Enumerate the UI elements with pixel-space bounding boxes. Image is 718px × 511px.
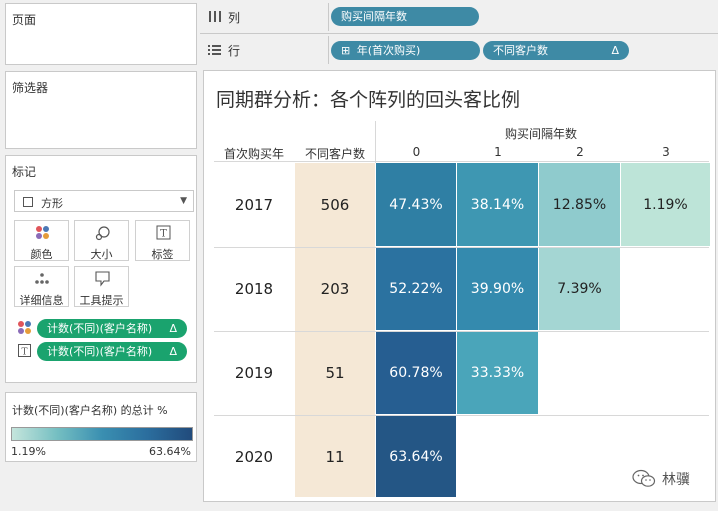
detail-icon — [35, 273, 49, 284]
col-group-header[interactable]: 购买间隔年数 — [376, 125, 706, 142]
marks-title: 标记 — [12, 165, 37, 179]
watermark: 林骥 — [632, 469, 690, 489]
svg-text:T: T — [21, 348, 27, 358]
expand-icon: ⊞ — [341, 44, 351, 57]
size-button-label: 大小 — [90, 248, 113, 261]
square-mark-icon — [23, 197, 33, 207]
rows-shelf-label: 行 — [228, 44, 241, 58]
size-icon — [95, 226, 110, 241]
cohort-cell[interactable]: 47.43% — [376, 163, 456, 246]
cohort-cell[interactable]: 7.39% — [539, 248, 620, 330]
table-calc-delta-icon: Δ — [169, 345, 177, 358]
table-calc-delta-icon: Δ — [611, 44, 619, 57]
customers-2017[interactable]: 506 — [295, 163, 375, 246]
cohort-cell[interactable]: 60.78% — [376, 332, 456, 414]
label-button-label: 标签 — [151, 248, 174, 261]
label-measure-pill[interactable]: 计数(不同)(客户名称) Δ — [37, 342, 187, 361]
pages-panel[interactable]: 页面 — [5, 3, 197, 65]
rows-pill-distinct-customers[interactable]: 不同客户数 Δ — [483, 41, 629, 60]
legend-min-value: 1.19% — [11, 445, 46, 458]
col-header-2[interactable]: 2 — [539, 145, 621, 159]
col-header-0[interactable]: 0 — [376, 145, 457, 159]
label-encoding-icon: T — [18, 344, 31, 358]
year-label-2017[interactable]: 2017 — [214, 163, 294, 246]
color-measure-pill-label: 计数(不同)(客户名称) — [47, 322, 153, 335]
col-header-3[interactable]: 3 — [621, 145, 711, 159]
year-label-2018[interactable]: 2018 — [214, 248, 294, 330]
size-button[interactable]: 大小 — [74, 220, 129, 261]
viz-title: 同期群分析：各个阵列的回头客比例 — [216, 89, 521, 111]
cohort-cell[interactable]: 38.14% — [457, 163, 538, 246]
row-header-customers[interactable]: 不同客户数 — [295, 145, 375, 162]
columns-shelf-label: 列 — [228, 11, 241, 25]
detail-button[interactable]: 详细信息 — [14, 266, 69, 307]
rows-pill-first-purchase-year[interactable]: ⊞ 年(首次购买) — [331, 41, 480, 60]
cohort-cell[interactable]: 33.33% — [457, 332, 538, 414]
color-button-label: 颜色 — [30, 248, 53, 261]
wechat-icon — [632, 469, 656, 487]
rows-pill-customers-label: 不同客户数 — [493, 44, 548, 57]
mark-type-label: 方形 — [41, 197, 63, 210]
tooltip-button-label: 工具提示 — [79, 294, 124, 307]
customers-2019[interactable]: 51 — [295, 332, 375, 414]
year-label-2019[interactable]: 2019 — [214, 332, 294, 414]
tooltip-button[interactable]: 工具提示 — [74, 266, 129, 307]
color-encoding-icon — [18, 321, 31, 334]
color-button[interactable]: 颜色 — [14, 220, 69, 261]
mark-type-dropdown[interactable]: 方形 ▼ — [14, 190, 194, 212]
label-button[interactable]: T 标签 — [135, 220, 190, 261]
columns-pill-purchase-interval[interactable]: 购买间隔年数 — [331, 7, 479, 26]
legend-title: 计数(不同)(客户名称) 的总计 % — [12, 404, 168, 417]
cohort-cell[interactable]: 1.19% — [621, 163, 710, 246]
columns-shelf-icon — [209, 11, 221, 22]
legend-gradient-bar — [11, 427, 193, 441]
rows-shelf[interactable]: 行 ⊞ 年(首次购买) 不同客户数 Δ — [200, 36, 718, 64]
columns-pill-label: 购买间隔年数 — [341, 10, 407, 23]
pages-title: 页面 — [12, 13, 37, 27]
rows-shelf-icon — [208, 45, 221, 55]
rows-pill-year-label: 年(首次购买) — [356, 44, 421, 57]
customers-2018[interactable]: 203 — [295, 248, 375, 330]
text-label-icon: T — [156, 225, 171, 240]
color-icon — [36, 226, 49, 239]
row-header-first-year[interactable]: 首次购买年 — [214, 145, 294, 162]
year-label-2020[interactable]: 2020 — [214, 416, 294, 497]
marks-card: 标记 方形 ▼ 颜色 大小 T 标签 详细信息 工具提示 计数(不同)(客户名称… — [5, 155, 197, 383]
detail-button-label: 详细信息 — [19, 294, 64, 307]
label-measure-pill-label: 计数(不同)(客户名称) — [47, 345, 153, 358]
cohort-cell[interactable]: 63.64% — [376, 416, 456, 497]
tooltip-icon — [95, 271, 110, 287]
legend-max-value: 63.64% — [149, 445, 191, 458]
filters-title: 筛选器 — [12, 81, 49, 95]
customers-2020[interactable]: 11 — [295, 416, 375, 497]
columns-shelf[interactable]: 列 购买间隔年数 — [200, 3, 718, 31]
color-legend[interactable]: 计数(不同)(客户名称) 的总计 % 1.19% 63.64% — [5, 392, 197, 462]
viz-area: 同期群分析：各个阵列的回头客比例 购买间隔年数 首次购买年 不同客户数 0 1 … — [203, 70, 716, 502]
cohort-cell[interactable]: 52.22% — [376, 248, 456, 330]
col-header-1[interactable]: 1 — [457, 145, 539, 159]
chevron-down-icon: ▼ — [180, 196, 187, 206]
cohort-cell[interactable]: 39.90% — [457, 248, 538, 330]
cohort-cell[interactable]: 12.85% — [539, 163, 620, 246]
color-measure-pill[interactable]: 计数(不同)(客户名称) Δ — [37, 319, 187, 338]
table-calc-delta-icon: Δ — [169, 322, 177, 335]
watermark-text: 林骥 — [662, 472, 690, 488]
svg-text:T: T — [160, 229, 167, 240]
filters-panel[interactable]: 筛选器 — [5, 71, 197, 149]
